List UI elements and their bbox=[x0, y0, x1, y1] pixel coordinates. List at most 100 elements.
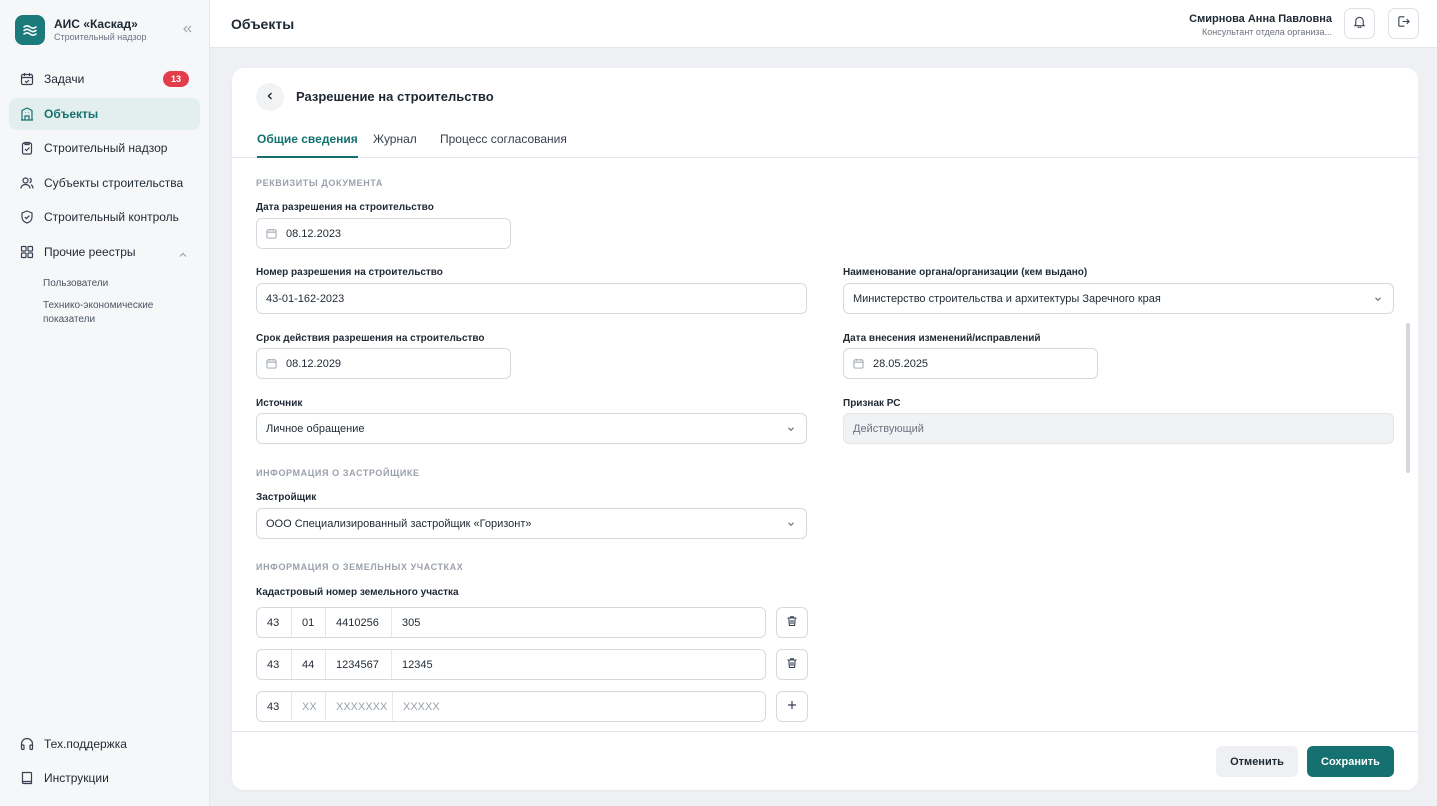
calendar-icon bbox=[853, 358, 865, 370]
source-value: Личное обращение bbox=[266, 422, 365, 435]
status-field: Действующий bbox=[843, 413, 1394, 444]
status-value: Действующий bbox=[853, 422, 924, 435]
trash-icon bbox=[786, 656, 798, 674]
sidebar-item-tasks[interactable]: Задачи 13 bbox=[9, 63, 200, 95]
cadastral-quarter-input[interactable]: XXXXXXX bbox=[326, 692, 393, 721]
chevron-down-icon bbox=[786, 424, 796, 437]
grid-icon bbox=[20, 245, 34, 259]
cadastral-region-input[interactable]: 01 bbox=[292, 608, 326, 637]
developer-value: ООО Специализированный застройщик «Гориз… bbox=[266, 517, 532, 530]
sidebar-item-label: Задачи bbox=[44, 72, 85, 86]
section-developer-info: ИНФОРМАЦИЯ О ЗАСТРОЙЩИКЕ bbox=[256, 468, 420, 478]
chevron-down-icon bbox=[786, 519, 796, 532]
form-footer: Отменить Сохранить bbox=[232, 731, 1418, 790]
developer-select[interactable]: ООО Специализированный застройщик «Гориз… bbox=[256, 508, 807, 539]
cadastral-quarter-input[interactable]: 1234567 bbox=[326, 650, 392, 679]
cadastral-district-input[interactable]: 43 bbox=[257, 608, 292, 637]
calendar-icon bbox=[266, 358, 278, 370]
book-icon bbox=[20, 771, 34, 785]
cadastral-number-row: 43 01 4410256 305 bbox=[256, 607, 766, 638]
tab-approval-process[interactable]: Процесс согласования bbox=[440, 132, 567, 158]
sidebar-item-instructions[interactable]: Инструкции bbox=[9, 762, 200, 794]
clipboard-check-icon bbox=[20, 141, 34, 155]
sidebar-item-construction-control[interactable]: Строительный контроль bbox=[9, 201, 200, 233]
notifications-button[interactable] bbox=[1344, 8, 1375, 39]
valid-until-value: 08.12.2029 bbox=[286, 357, 342, 370]
sidebar-item-support[interactable]: Тех.поддержка bbox=[9, 728, 200, 760]
cadastral-plot-input[interactable]: XXXXX bbox=[393, 692, 765, 721]
sidebar-item-label: Строительный надзор bbox=[44, 141, 168, 155]
valid-until-label: Срок действия разрешения на строительств… bbox=[256, 333, 485, 344]
permit-number-field[interactable]: 43-01-162-2023 bbox=[256, 283, 807, 314]
chevron-up-icon bbox=[178, 247, 188, 265]
issuer-label: Наименование органа/организации (кем выд… bbox=[843, 267, 1088, 278]
card-title: Разрешение на строительство bbox=[296, 89, 494, 104]
shield-check-icon bbox=[20, 210, 34, 224]
sidebar-item-objects[interactable]: Объекты bbox=[9, 98, 200, 130]
section-land-plots: ИНФОРМАЦИЯ О ЗЕМЕЛЬНЫХ УЧАСТКАХ bbox=[256, 562, 464, 572]
chevron-left-icon bbox=[265, 88, 275, 106]
status-label: Признак РС bbox=[843, 398, 901, 409]
cadastral-plot-input[interactable]: 305 bbox=[392, 608, 765, 637]
cadastral-number-row: 43 44 1234567 12345 bbox=[256, 649, 766, 680]
sidebar-subitem-users[interactable]: Пользователи bbox=[43, 277, 183, 291]
valid-until-field[interactable]: 08.12.2029 bbox=[256, 348, 511, 379]
cadastral-number-label: Кадастровый номер земельного участка bbox=[256, 587, 459, 598]
calendar-icon bbox=[266, 228, 278, 240]
sidebar-item-label: Инструкции bbox=[44, 771, 109, 785]
app-subtitle: Строительный надзор bbox=[54, 32, 147, 42]
sidebar-item-label: Прочие реестры bbox=[44, 245, 136, 259]
issuer-select[interactable]: Министерство строительства и архитектуры… bbox=[843, 283, 1394, 314]
permit-date-field[interactable]: 08.12.2023 bbox=[256, 218, 511, 249]
sidebar-item-label: Субъекты строительства bbox=[44, 176, 184, 190]
back-button[interactable] bbox=[256, 83, 284, 111]
cadastral-plot-input[interactable]: 12345 bbox=[392, 650, 765, 679]
source-label: Источник bbox=[256, 398, 303, 409]
permit-date-value: 08.12.2023 bbox=[286, 227, 342, 240]
user-profile[interactable]: Смирнова Анна Павловна Консультант отдел… bbox=[1189, 13, 1332, 38]
cadastral-region-input[interactable]: XX bbox=[292, 692, 326, 721]
tab-journal[interactable]: Журнал bbox=[373, 132, 417, 158]
brand[interactable]: АИС «Каскад» Строительный надзор bbox=[15, 15, 147, 45]
sidebar-item-construction-supervision[interactable]: Строительный надзор bbox=[9, 132, 200, 164]
section-document-details: РЕКВИЗИТЫ ДОКУМЕНТА bbox=[256, 178, 383, 188]
user-name: Смирнова Анна Павловна bbox=[1189, 13, 1332, 25]
changes-date-value: 28.05.2025 bbox=[873, 357, 929, 370]
save-button[interactable]: Сохранить bbox=[1307, 746, 1394, 777]
delete-cadastral-button[interactable] bbox=[776, 649, 808, 680]
cancel-button[interactable]: Отменить bbox=[1216, 746, 1298, 777]
changes-date-field[interactable]: 28.05.2025 bbox=[843, 348, 1098, 379]
permit-date-label: Дата разрешения на строительство bbox=[256, 202, 434, 213]
issuer-value: Министерство строительства и архитектуры… bbox=[853, 292, 1161, 305]
developer-label: Застройщик bbox=[256, 492, 317, 503]
permit-number-value: 43-01-162-2023 bbox=[266, 292, 345, 305]
add-cadastral-button[interactable] bbox=[776, 691, 808, 722]
sidebar-item-label: Строительный контроль bbox=[44, 210, 179, 224]
cadastral-quarter-input[interactable]: 4410256 bbox=[326, 608, 392, 637]
bell-icon bbox=[1353, 15, 1366, 33]
cadastral-district-input[interactable]: 43 bbox=[257, 692, 292, 721]
logout-icon bbox=[1397, 15, 1410, 33]
delete-cadastral-button[interactable] bbox=[776, 607, 808, 638]
scrollbar[interactable] bbox=[1406, 323, 1410, 473]
user-role: Консультант отдела организа... bbox=[1202, 27, 1332, 37]
permit-card: Разрешение на строительство Общие сведен… bbox=[232, 68, 1418, 790]
tabs: Общие сведения Журнал Процесс согласован… bbox=[232, 124, 1418, 158]
sidebar-item-other-registries[interactable]: Прочие реестры bbox=[9, 236, 200, 268]
building-icon bbox=[20, 107, 34, 121]
collapse-sidebar-icon[interactable] bbox=[180, 22, 194, 36]
source-select[interactable]: Личное обращение bbox=[256, 413, 807, 444]
trash-icon bbox=[786, 614, 798, 632]
cadastral-district-input[interactable]: 43 bbox=[257, 650, 292, 679]
headphones-icon bbox=[20, 737, 34, 751]
tab-general-info[interactable]: Общие сведения bbox=[257, 132, 358, 158]
cadastral-region-input[interactable]: 44 bbox=[292, 650, 326, 679]
permit-number-label: Номер разрешения на строительство bbox=[256, 267, 443, 278]
sidebar-subitem-tech-economic-indicators[interactable]: Технико-экономические показатели bbox=[43, 299, 173, 327]
logout-button[interactable] bbox=[1388, 8, 1419, 39]
plus-icon bbox=[786, 698, 798, 716]
sidebar-item-construction-subjects[interactable]: Субъекты строительства bbox=[9, 167, 200, 199]
chevron-down-icon bbox=[1373, 294, 1383, 307]
sidebar-item-label: Тех.поддержка bbox=[44, 737, 127, 751]
sidebar-item-label: Объекты bbox=[44, 107, 99, 121]
